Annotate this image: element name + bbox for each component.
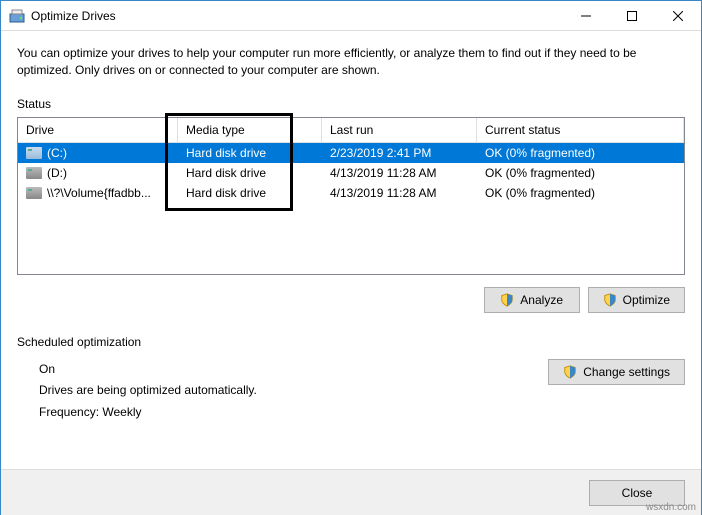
table-row[interactable]: \\?\Volume{ffadbb... Hard disk drive 4/1… [18,183,684,203]
scheduled-frequency: Frequency: Weekly [39,402,548,424]
column-current-status[interactable]: Current status [477,118,684,142]
titlebar: Optimize Drives [1,1,701,31]
cell-drive: (D:) [47,166,67,180]
scheduled-optimization-label: Scheduled optimization [17,335,685,349]
close-label: Close [622,486,653,500]
minimize-button[interactable] [563,1,609,31]
cell-media: Hard disk drive [178,164,322,182]
cell-status: OK (0% fragmented) [477,144,684,162]
close-window-button[interactable] [655,1,701,31]
action-row: Analyze Optimize [17,287,685,313]
window-title: Optimize Drives [31,9,563,23]
scheduled-body: On Drives are being optimized automatica… [17,359,685,424]
watermark: wsxdn.com [646,502,696,513]
optimize-button[interactable]: Optimize [588,287,685,313]
analyze-button[interactable]: Analyze [484,287,580,313]
cell-media: Hard disk drive [178,184,322,202]
cell-status: OK (0% fragmented) [477,184,684,202]
change-settings-label: Change settings [583,365,670,379]
drive-icon [26,147,42,159]
column-last-run[interactable]: Last run [322,118,477,142]
cell-lastrun: 2/23/2019 2:41 PM [322,144,477,162]
table-header: Drive Media type Last run Current status [18,118,684,143]
window-controls [563,1,701,30]
table-body: (C:) Hard disk drive 2/23/2019 2:41 PM O… [18,143,684,203]
shield-icon [563,365,577,379]
column-media-type[interactable]: Media type [178,118,322,142]
maximize-button[interactable] [609,1,655,31]
app-icon [9,8,25,24]
column-drive[interactable]: Drive [18,118,178,142]
drive-icon [26,167,42,179]
table-row[interactable]: (D:) Hard disk drive 4/13/2019 11:28 AM … [18,163,684,183]
content-area: You can optimize your drives to help you… [1,31,701,433]
change-settings-button[interactable]: Change settings [548,359,685,385]
analyze-label: Analyze [520,293,563,307]
cell-lastrun: 4/13/2019 11:28 AM [322,184,477,202]
cell-lastrun: 4/13/2019 11:28 AM [322,164,477,182]
drive-table[interactable]: Drive Media type Last run Current status… [17,117,685,275]
cell-drive: \\?\Volume{ffadbb... [47,186,151,200]
shield-icon [500,293,514,307]
cell-media: Hard disk drive [178,144,322,162]
shield-icon [603,293,617,307]
cell-drive: (C:) [47,146,67,160]
optimize-label: Optimize [623,293,670,307]
footer: Close [1,469,701,515]
scheduled-desc: Drives are being optimized automatically… [39,380,548,402]
description-text: You can optimize your drives to help you… [17,45,685,79]
cell-status: OK (0% fragmented) [477,164,684,182]
drive-icon [26,187,42,199]
status-label: Status [17,97,685,111]
table-row[interactable]: (C:) Hard disk drive 2/23/2019 2:41 PM O… [18,143,684,163]
scheduled-state: On [39,359,548,381]
scheduled-text: On Drives are being optimized automatica… [17,359,548,424]
